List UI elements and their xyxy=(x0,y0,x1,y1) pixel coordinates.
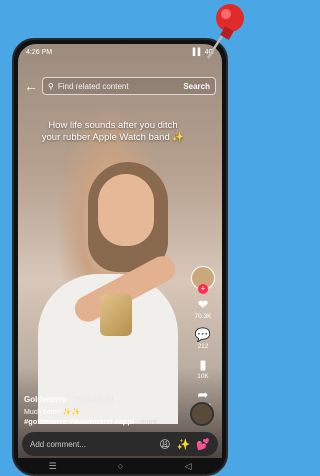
comment-icon[interactable]: 💬 xyxy=(190,328,216,342)
emoji-sparkles[interactable]: ✨ xyxy=(177,438,191,451)
share-icon[interactable]: ➦ xyxy=(190,388,216,402)
follow-plus-icon[interactable]: + xyxy=(198,284,208,294)
post-date: · 2024-05-21 xyxy=(66,395,115,404)
more-link[interactable]: ...more xyxy=(134,417,157,426)
hashtag-list[interactable]: #goldenerre #watchband #appl xyxy=(24,417,134,426)
save-count: 10K xyxy=(197,373,209,380)
status-time: 4:26 PM xyxy=(26,48,53,56)
home-icon[interactable]: ○ xyxy=(118,461,123,471)
video-caption: How life sounds after you ditch your rub… xyxy=(41,120,185,143)
watch-band xyxy=(100,294,132,336)
heart-icon[interactable]: ❤ xyxy=(190,298,216,312)
android-nav-bar: ☰ ○ ◁ xyxy=(18,458,222,474)
creator-name[interactable]: Goldenerre xyxy=(24,395,67,404)
bookmark-icon[interactable]: ▮ xyxy=(190,358,216,372)
avatar[interactable]: + xyxy=(191,266,215,294)
comment-count: 212 xyxy=(197,343,209,350)
recent-apps-icon[interactable]: ☰ xyxy=(49,461,57,472)
search-row: ← ⚲ Find related content Search xyxy=(18,76,222,96)
search-placeholder: Find related content xyxy=(57,81,129,91)
search-button[interactable]: Search xyxy=(183,82,210,91)
video-screen[interactable]: 4:26 PM ▌▌ 4G ← ⚲ Find related content S… xyxy=(18,44,222,474)
video-description: Much better ✨✨ xyxy=(24,409,81,416)
creator-face xyxy=(98,174,154,246)
phone-frame: 4:26 PM ▌▌ 4G ← ⚲ Find related content S… xyxy=(12,38,228,476)
creator-line: Goldenerre · 2024-05-21 xyxy=(24,395,115,404)
status-bar: 4:26 PM ▌▌ 4G xyxy=(18,44,222,60)
music-disc-icon[interactable] xyxy=(190,402,214,426)
action-rail: + ❤ 70.3K 💬 212 ▮ 10K ➦ 3,874 xyxy=(190,266,216,410)
emoji-weary[interactable]: 😩 xyxy=(159,438,170,451)
comment-input[interactable]: Add comment... xyxy=(30,440,153,449)
pushpin-icon xyxy=(206,4,244,59)
search-input[interactable]: ⚲ Find related content Search xyxy=(42,77,216,95)
emoji-hearts[interactable]: 💕 xyxy=(196,438,210,451)
back-arrow-icon[interactable]: ← xyxy=(24,78,42,94)
comment-bar[interactable]: Add comment... 😩 ✨ 💕 xyxy=(22,432,218,456)
search-icon: ⚲ xyxy=(48,81,54,91)
back-nav-icon[interactable]: ◁ xyxy=(184,461,191,472)
like-count: 70.3K xyxy=(194,313,212,320)
hashtags: #goldenerre #watchband #appl...more xyxy=(24,417,157,426)
